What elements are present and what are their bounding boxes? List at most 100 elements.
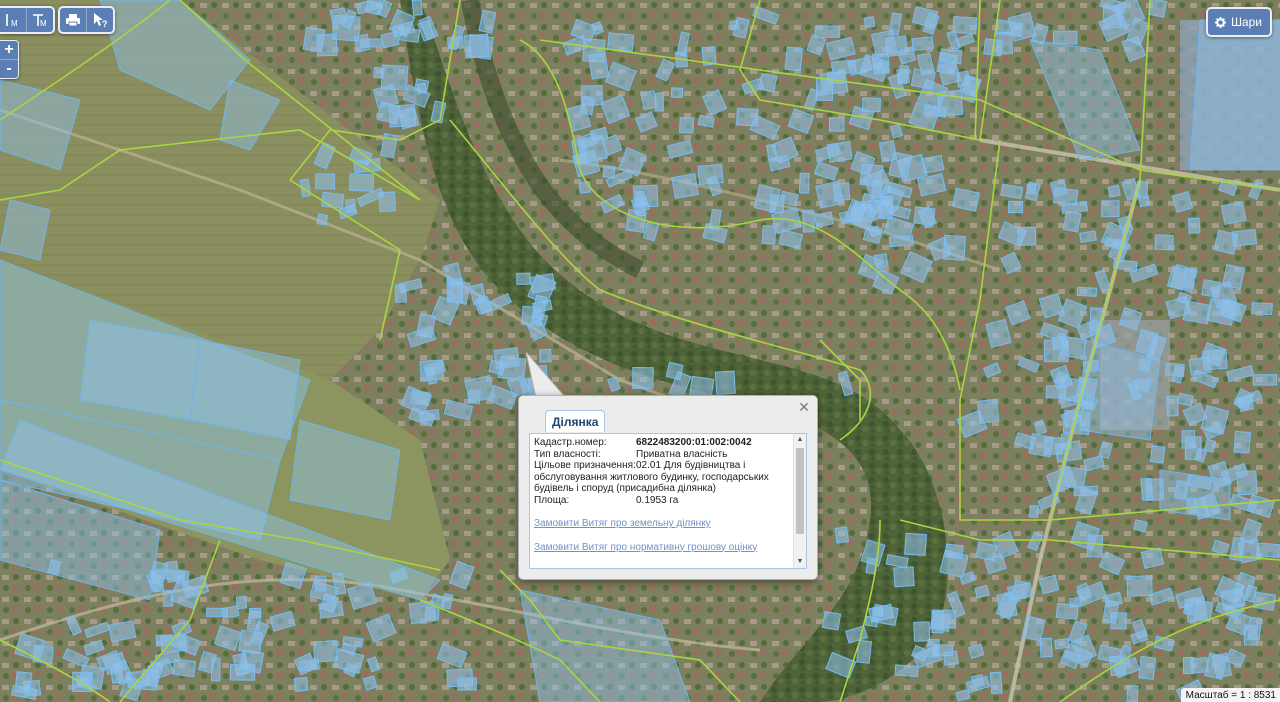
cadastral-parcel[interactable]: [493, 347, 520, 370]
cadastral-parcel[interactable]: [1252, 374, 1278, 386]
cadastral-parcel[interactable]: [1102, 599, 1120, 624]
cadastral-parcel[interactable]: [679, 117, 695, 134]
scroll-up-icon[interactable]: ▲: [794, 434, 806, 446]
cadastral-parcel[interactable]: [1101, 200, 1120, 218]
cadastral-parcel[interactable]: [1243, 624, 1258, 646]
cadastral-parcel[interactable]: [1164, 362, 1185, 378]
cadastral-parcel[interactable]: [697, 114, 715, 128]
cadastral-parcel[interactable]: [516, 272, 531, 285]
cadastral-parcel[interactable]: [1039, 637, 1053, 658]
cadastral-parcel[interactable]: [1231, 229, 1258, 247]
measure-distance-button[interactable]: M: [0, 8, 27, 32]
cadastral-parcel[interactable]: [1079, 230, 1097, 244]
cadastral-parcel[interactable]: [1011, 579, 1030, 600]
cadastral-parcel[interactable]: [446, 279, 471, 305]
cadastral-parcel[interactable]: [893, 566, 915, 588]
cadastral-parcel[interactable]: [1079, 399, 1095, 411]
cadastral-parcel[interactable]: [353, 33, 371, 53]
cadastral-parcel[interactable]: [1166, 395, 1179, 417]
cadastral-parcel[interactable]: [1062, 210, 1082, 233]
cadastral-parcel[interactable]: [1028, 433, 1055, 458]
cadastral-parcel[interactable]: [971, 674, 985, 688]
cadastral-parcel[interactable]: [411, 0, 423, 16]
cadastral-parcel[interactable]: [913, 621, 931, 642]
cadastral-parcel[interactable]: [863, 16, 876, 29]
cadastral-parcel[interactable]: [235, 595, 248, 610]
cadastral-parcel[interactable]: [944, 543, 964, 560]
cadastral-parcel[interactable]: [728, 19, 740, 31]
cadastral-parcel[interactable]: [1132, 519, 1148, 533]
cadastral-parcel[interactable]: [784, 46, 804, 72]
cadastral-parcel[interactable]: [942, 650, 959, 666]
order-valuation-extract-link[interactable]: Замовити Витяг про нормативну грошову оц…: [534, 542, 790, 554]
cadastral-parcel[interactable]: [409, 389, 432, 407]
cadastral-parcel[interactable]: [1186, 497, 1197, 515]
cadastral-parcel[interactable]: [413, 78, 430, 94]
cadastral-parcel[interactable]: [314, 575, 327, 592]
popup-scrollbar[interactable]: ▲ ▼: [793, 434, 806, 568]
cadastral-parcel[interactable]: [316, 33, 338, 57]
cadastral-parcel[interactable]: [859, 163, 884, 188]
cadastral-parcel[interactable]: [758, 72, 778, 93]
cadastral-parcel[interactable]: [1251, 302, 1273, 316]
cadastral-parcel[interactable]: [394, 284, 407, 303]
cadastral-parcel[interactable]: [1138, 655, 1157, 681]
scroll-down-icon[interactable]: ▼: [794, 556, 806, 568]
cadastral-parcel[interactable]: [1026, 183, 1037, 195]
cadastral-parcel[interactable]: [1086, 534, 1104, 558]
cadastral-parcel[interactable]: [1055, 602, 1079, 620]
cadastral-parcel[interactable]: [798, 172, 810, 194]
cadastral-parcel[interactable]: [761, 225, 777, 245]
tab-parcel[interactable]: Ділянка: [545, 410, 606, 432]
cadastral-parcel[interactable]: [828, 117, 845, 132]
cadastral-parcel[interactable]: [1076, 376, 1098, 400]
cadastral-parcel[interactable]: [155, 634, 174, 647]
identify-button[interactable]: ?: [87, 8, 113, 32]
cadastral-parcel[interactable]: [831, 59, 857, 75]
cadastral-parcel[interactable]: [1183, 602, 1196, 616]
cadastral-parcel[interactable]: [766, 143, 778, 162]
cadastral-parcel[interactable]: [1049, 178, 1068, 198]
cadastral-parcel[interactable]: [607, 32, 635, 52]
cadastral-parcel[interactable]: [1154, 234, 1174, 251]
cadastral-parcel[interactable]: [921, 154, 945, 174]
cadastral-parcel[interactable]: [1054, 638, 1070, 650]
cadastral-parcel[interactable]: [1028, 504, 1040, 519]
cadastral-parcel[interactable]: [602, 165, 616, 179]
cadastral-parcel[interactable]: [923, 104, 948, 118]
zoom-in-button[interactable]: +: [0, 41, 18, 59]
cadastral-parcel[interactable]: [671, 173, 700, 199]
cadastral-parcel[interactable]: [814, 25, 841, 38]
cadastral-parcel[interactable]: [418, 409, 440, 422]
order-land-extract-link[interactable]: Замовити Витяг про земельну ділянку: [534, 518, 790, 530]
cadastral-parcel[interactable]: [633, 184, 659, 208]
close-icon[interactable]: ✕: [797, 400, 811, 414]
cadastral-parcel[interactable]: [888, 151, 913, 180]
cadastral-parcel[interactable]: [913, 206, 936, 226]
cadastral-parcel[interactable]: [911, 36, 935, 52]
cadastral-parcel[interactable]: [896, 68, 910, 85]
measure-area-button[interactable]: M: [27, 8, 53, 32]
cadastral-parcel[interactable]: [446, 35, 464, 50]
cadastral-parcel[interactable]: [821, 610, 842, 631]
cadastral-parcel[interactable]: [1137, 195, 1151, 208]
zoom-out-button[interactable]: -: [0, 59, 18, 78]
cadastral-parcel[interactable]: [342, 636, 364, 648]
cadastral-parcel[interactable]: [467, 388, 482, 405]
cadastral-parcel[interactable]: [1052, 30, 1078, 45]
cadastral-parcel[interactable]: [424, 606, 440, 621]
cadastral-parcel[interactable]: [1220, 201, 1247, 225]
cadastral-parcel[interactable]: [210, 657, 221, 682]
cadastral-parcel[interactable]: [579, 95, 596, 116]
print-button[interactable]: [60, 8, 87, 32]
cadastral-parcel[interactable]: [862, 224, 884, 244]
cadastral-parcel[interactable]: [1107, 184, 1121, 198]
cadastral-parcel[interactable]: [926, 638, 940, 658]
cadastral-parcel[interactable]: [578, 181, 591, 194]
cadastral-parcel[interactable]: [904, 532, 928, 557]
cadastral-parcel[interactable]: [321, 191, 345, 209]
cadastral-parcel[interactable]: [246, 609, 262, 632]
cadastral-parcel[interactable]: [1137, 358, 1152, 373]
cadastral-parcel[interactable]: [1059, 335, 1087, 360]
cadastral-parcel[interactable]: [373, 66, 385, 79]
